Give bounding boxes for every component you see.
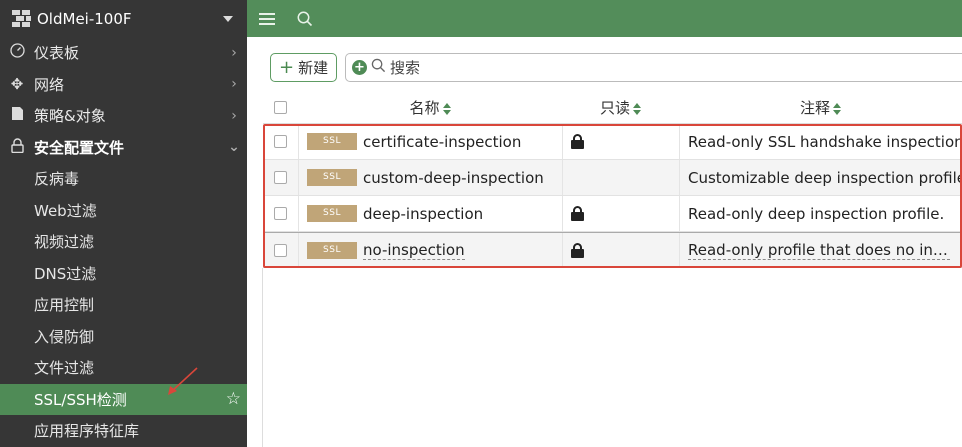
sidebar-item-label: 安全配置文件 xyxy=(34,138,125,157)
sidebar-item-security-profiles[interactable]: 安全配置文件 ⌄ xyxy=(0,132,247,164)
sidebar-item-dashboard[interactable]: 仪表板 › xyxy=(0,37,247,69)
device-name: OldMei-100F xyxy=(37,9,132,28)
ssl-tag: SSL xyxy=(307,133,357,150)
search-placeholder: 搜索 xyxy=(390,59,421,77)
add-filter-icon[interactable]: + xyxy=(352,60,367,75)
profile-comment: Customizable deep inspection profile. xyxy=(679,160,962,195)
search-icon xyxy=(371,58,386,77)
lock-icon xyxy=(571,206,584,221)
search-icon[interactable] xyxy=(297,11,313,27)
hamburger-menu-icon[interactable] xyxy=(259,10,275,28)
row-checkbox[interactable] xyxy=(274,207,287,220)
sidebar-subitem-video-filter[interactable]: 视频过滤 xyxy=(0,226,247,258)
sidebar-item-label: 网络 xyxy=(34,75,65,94)
sidebar-subitem-app-signatures[interactable]: 应用程序特征库 xyxy=(0,415,247,447)
lock-icon xyxy=(0,138,34,157)
profile-comment: Read-only deep inspection profile. xyxy=(679,196,962,231)
profile-name: no-inspection xyxy=(363,240,465,260)
search-input[interactable]: + 搜索 xyxy=(345,53,962,82)
sidebar-subitem-label: SSL/SSH检测 xyxy=(34,390,127,409)
sidebar-item-label: 策略&对象 xyxy=(34,107,106,126)
sidebar-subitem-dns-filter[interactable]: DNS过滤 xyxy=(0,258,247,290)
table-row[interactable]: SSL custom-deep-inspection Customizable d… xyxy=(263,160,962,196)
sort-icon xyxy=(633,102,641,115)
annotation-arrow xyxy=(168,367,198,395)
sidebar-item-label: 仪表板 xyxy=(34,44,80,63)
lock-icon xyxy=(571,134,584,149)
row-checkbox[interactable] xyxy=(274,171,287,184)
fortigate-logo-icon xyxy=(12,9,32,28)
profile-name: deep-inspection xyxy=(363,204,484,223)
device-selector[interactable]: OldMei-100F xyxy=(0,0,247,37)
row-checkbox[interactable] xyxy=(274,243,287,257)
plus-icon: + xyxy=(279,57,295,78)
policy-doc-icon xyxy=(0,106,34,125)
chevron-down-icon: ⌄ xyxy=(228,139,240,156)
sidebar-item-network[interactable]: ✥ 网络 › xyxy=(0,69,247,101)
sort-icon xyxy=(442,102,451,115)
chevron-right-icon: › xyxy=(231,44,237,61)
table-row[interactable]: SSL no-inspection Read-only profile that … xyxy=(263,232,962,268)
profiles-table: 名称 只读 注释 SSL certificate-inspection Read-… xyxy=(263,92,962,268)
sidebar-subitem-antivirus[interactable]: 反病毒 xyxy=(0,163,247,195)
profile-comment: Read-only SSL handshake inspection profi… xyxy=(679,124,962,159)
ssl-tag: SSL xyxy=(307,169,357,186)
sidebar-subitem-ips[interactable]: 入侵防御 xyxy=(0,321,247,353)
create-new-button[interactable]: + 新建 xyxy=(270,53,338,82)
row-checkbox[interactable] xyxy=(274,135,287,148)
sidebar: OldMei-100F 仪表板 › ✥ 网络 › 策略&对象 › 安全配置文件 … xyxy=(0,0,247,447)
column-header-name[interactable]: 名称 xyxy=(298,97,562,118)
sidebar-subitem-ssl-ssh-inspection[interactable]: SSL/SSH检测 ☆ xyxy=(0,383,247,415)
network-move-icon: ✥ xyxy=(10,75,24,94)
caret-down-icon[interactable] xyxy=(223,15,233,22)
dashboard-icon xyxy=(0,43,34,62)
profile-name: certificate-inspection xyxy=(363,132,522,151)
top-bar xyxy=(247,0,962,37)
star-icon[interactable]: ☆ xyxy=(226,389,241,409)
sidebar-subitem-web-filter[interactable]: Web过滤 xyxy=(0,195,247,227)
sidebar-subitem-app-control[interactable]: 应用控制 xyxy=(0,289,247,321)
table-row[interactable]: SSL certificate-inspection Read-only SSL … xyxy=(263,124,962,160)
chevron-right-icon: › xyxy=(231,76,237,93)
toolbar: + 新建 + 搜索 xyxy=(270,53,962,82)
profile-name: custom-deep-inspection xyxy=(363,168,544,187)
column-header-readonly[interactable]: 只读 xyxy=(562,97,679,118)
chevron-right-icon: › xyxy=(231,107,237,124)
sidebar-item-policy[interactable]: 策略&对象 › xyxy=(0,100,247,132)
column-header-comment[interactable]: 注释 xyxy=(679,97,962,118)
ssl-tag: SSL xyxy=(307,241,357,259)
table-row[interactable]: SSL deep-inspection Read-only deep inspec… xyxy=(263,196,962,232)
table-header: 名称 只读 注释 xyxy=(263,92,962,124)
profile-comment: Read-only profile that does no inspectio… xyxy=(688,240,950,260)
select-all-checkbox[interactable] xyxy=(274,101,287,114)
lock-icon xyxy=(571,242,584,258)
ssl-tag: SSL xyxy=(307,205,357,222)
sort-icon xyxy=(833,102,841,115)
sidebar-subitem-file-filter[interactable]: 文件过滤 xyxy=(0,352,247,384)
create-new-label: 新建 xyxy=(298,59,329,77)
divider xyxy=(262,268,263,447)
